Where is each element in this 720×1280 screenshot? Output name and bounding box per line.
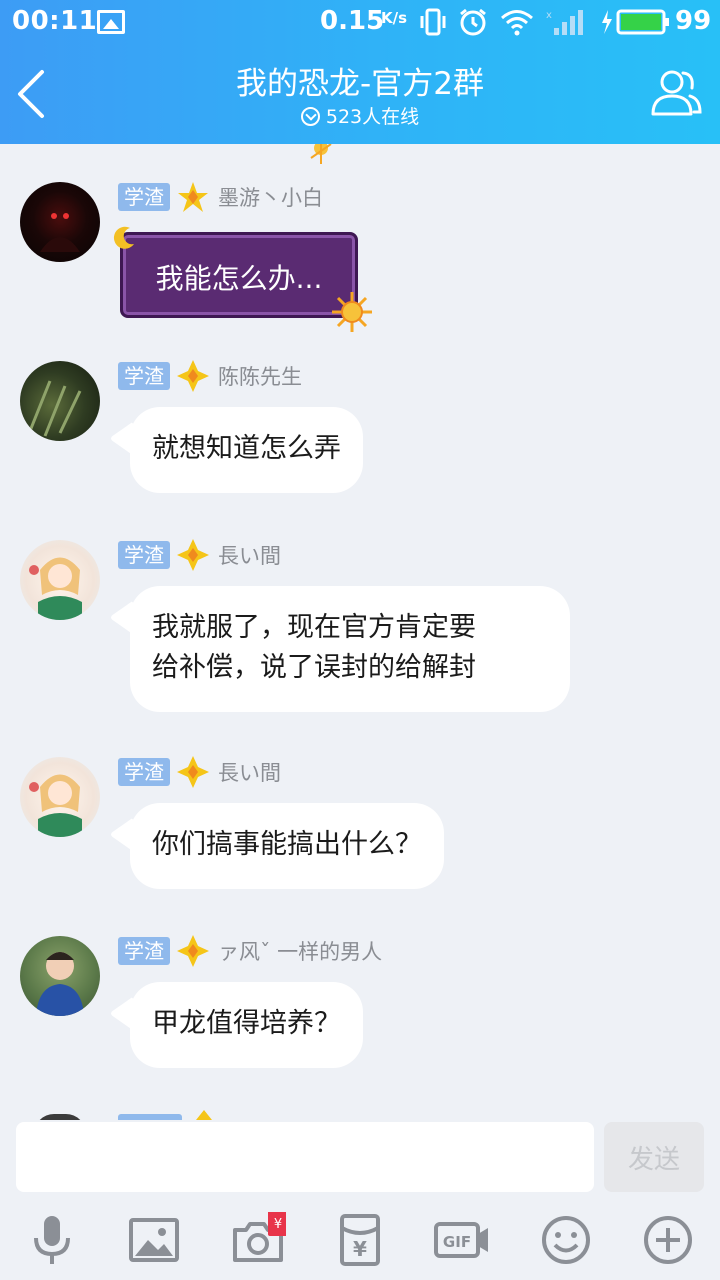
member-title-badge: 学渣 (118, 758, 170, 786)
diamond-star-icon (177, 756, 209, 788)
emoji-icon[interactable] (538, 1212, 594, 1268)
chat-message: 学渣 ァ风ˇ 一样的男人 甲龙值得培养？ (0, 935, 720, 1076)
member-title-badge: 学渣 (118, 541, 170, 569)
network-speed: 0.15 (320, 6, 385, 36)
message-meta: 学渣 ァ风ˇ 一样的男人 (118, 935, 383, 967)
image-icon[interactable] (126, 1212, 182, 1268)
diamond-star-icon (177, 539, 209, 571)
avatar-anime-girl-icon (29, 557, 82, 620)
plus-icon[interactable] (640, 1212, 696, 1268)
header: 00:11 0.15 K/s x 99 我的恐龙-官方2群 523人在线 (0, 0, 720, 144)
send-button[interactable]: 发送 (604, 1122, 704, 1192)
message-text: 我能怎么办... (155, 262, 323, 295)
member-title-badge: 学渣 (118, 362, 170, 390)
message-text: 就想知道怎么弄 (152, 433, 341, 464)
status-time: 00:11 (12, 6, 98, 36)
avatar-child-icon (36, 952, 84, 1016)
title-bar: 我的恐龙-官方2群 523人在线 (0, 46, 720, 144)
sender-nickname: 長い間 (218, 544, 281, 568)
svg-text:x: x (546, 10, 552, 21)
message-bubble[interactable]: 就想知道怎么弄 (130, 407, 363, 493)
message-text-line: 我就服了，现在官方肯定要 (152, 612, 476, 643)
group-members-button[interactable] (650, 68, 702, 118)
chevron-down-icon (300, 107, 320, 126)
message-bubble[interactable]: 甲龙值得培养？ (130, 982, 363, 1068)
diamond-star-icon (177, 360, 209, 392)
message-meta: 学渣 陈陈先生 (118, 360, 302, 392)
message-meta: 学渣 長い間 (118, 539, 281, 571)
battery-icon (602, 9, 669, 35)
sun-icon-partial (310, 144, 332, 164)
message-bubble[interactable]: 我就服了，现在官方肯定要 给补偿，说了误封的给解封 (130, 586, 570, 712)
chat-list[interactable]: 学渣 墨游丶小白 我能怎么办... 学渣 陈陈先生 就想知道怎么弄 学渣 長い間… (0, 144, 720, 1120)
composer: 发送 (0, 1120, 720, 1200)
next-message-partial (0, 1106, 720, 1120)
message-meta: 学渣 長い間 (118, 756, 281, 788)
avatar[interactable] (20, 936, 100, 1016)
avatar[interactable] (20, 182, 100, 262)
chat-message: 学渣 陈陈先生 就想知道怎么弄 (0, 360, 720, 501)
sender-nickname: 長い間 (218, 761, 281, 785)
message-text: 你们搞事能搞出什么？ (152, 829, 422, 860)
gif-icon[interactable]: GIF (434, 1212, 490, 1268)
sender-nickname: 陈陈先生 (218, 365, 302, 389)
message-text-line: 给补偿，说了误封的给解封 (152, 652, 476, 683)
battery-level: 99 (675, 6, 712, 36)
network-speed-unit: K/s (381, 9, 408, 27)
vibrate-icon (420, 8, 446, 36)
avatar[interactable] (20, 361, 100, 441)
chat-title: 我的恐龙-官方2群 (236, 66, 484, 102)
camera-icon[interactable]: ¥ (230, 1212, 286, 1268)
star-icon (178, 182, 208, 212)
wifi-icon (501, 10, 533, 36)
gallery-notification-icon (97, 10, 125, 34)
diamond-star-icon (177, 935, 209, 967)
sun-icon (332, 292, 372, 332)
message-bubble[interactable]: 你们搞事能搞出什么？ (130, 803, 444, 889)
status-bar: 00:11 0.15 K/s x 99 (0, 0, 720, 46)
svg-text:GIF: GIF (443, 1233, 471, 1251)
message-meta: 学渣 墨游丶小白 (118, 182, 323, 212)
avatar[interactable] (20, 540, 100, 620)
red-packet-icon[interactable]: ¥ (332, 1212, 388, 1268)
avatar-dark-figure-icon (40, 213, 80, 252)
sender-nickname: ァ风ˇ 一样的男人 (218, 940, 383, 964)
chat-message: 学渣 長い間 你们搞事能搞出什么？ (0, 756, 720, 897)
online-count-label: 523人在线 (325, 106, 420, 128)
avatar-forest-icon (28, 380, 82, 437)
member-title-badge: 学渣 (118, 183, 170, 211)
avatar[interactable] (20, 757, 100, 837)
sender-nickname: 墨游丶小白 (218, 186, 323, 210)
member-title-badge: 学渣 (118, 937, 170, 965)
diamond-star-icon (196, 1110, 212, 1120)
message-bubble[interactable]: 我能怎么办... (120, 232, 358, 318)
chat-message: 学渣 墨游丶小白 我能怎么办... (0, 144, 720, 332)
signal-icon: x (546, 10, 583, 35)
chat-message: 学渣 長い間 我就服了，现在官方肯定要 给补偿，说了误封的给解封 (0, 539, 720, 720)
avatar-anime-girl-icon (29, 774, 82, 837)
alarm-icon (460, 8, 486, 36)
input-toolbar: ¥ ¥ GIF (0, 1200, 720, 1280)
message-input[interactable] (16, 1122, 594, 1192)
svg-text:¥: ¥ (274, 1217, 282, 1232)
online-count[interactable]: 523人在线 (0, 102, 720, 129)
message-text: 甲龙值得培养？ (152, 1008, 341, 1039)
svg-text:¥: ¥ (353, 1237, 367, 1261)
microphone-icon[interactable] (24, 1212, 80, 1268)
moon-icon (113, 226, 134, 249)
